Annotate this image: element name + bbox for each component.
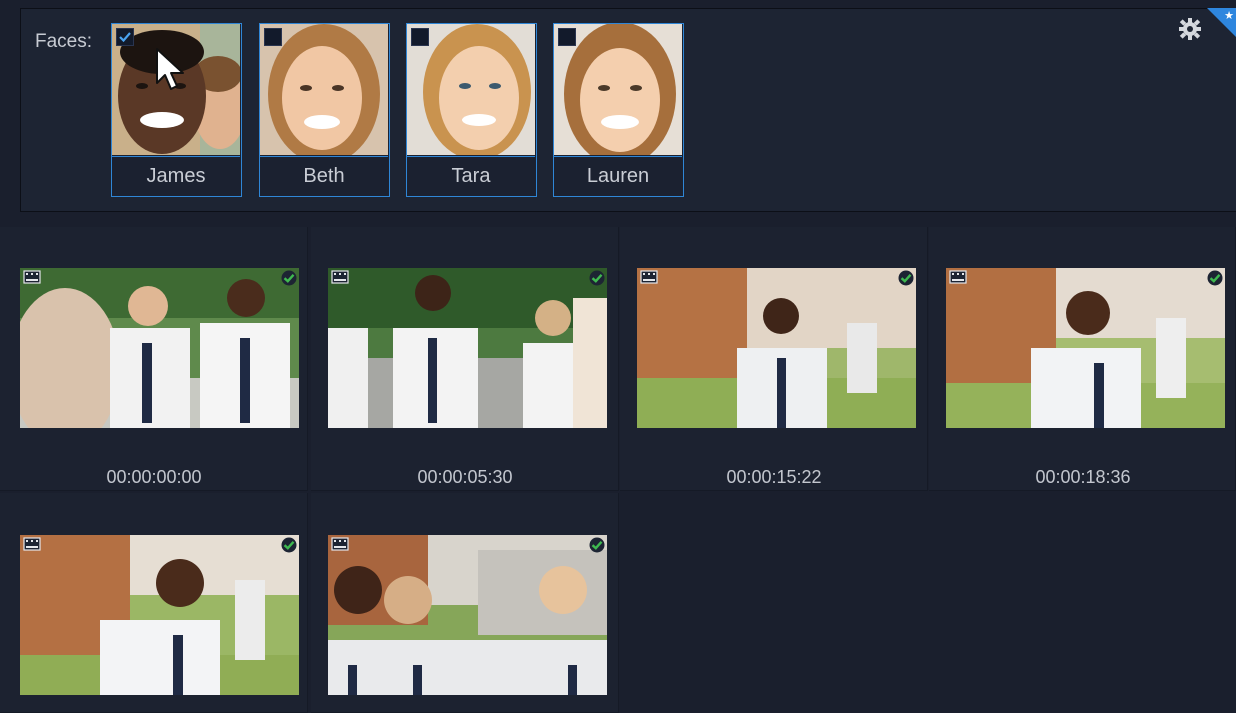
check-circle-icon <box>589 270 605 286</box>
clip-thumbnail[interactable] <box>637 268 916 428</box>
clip-cell[interactable] <box>311 493 619 713</box>
gear-icon <box>1179 18 1201 40</box>
film-icon <box>949 270 967 284</box>
clip-timecode: 00:00:15:22 <box>726 467 822 487</box>
face-checkbox[interactable] <box>264 28 282 46</box>
clip-timecode: 00:00:18:36 <box>1035 467 1131 487</box>
clip-thumbnail[interactable] <box>946 268 1225 428</box>
face-checkbox[interactable] <box>558 28 576 46</box>
face-name: Lauren <box>554 156 682 196</box>
check-circle-icon <box>1207 270 1223 286</box>
faces-label: Faces: <box>35 31 93 52</box>
clip-cell[interactable]: 00:00:05:30 <box>311 227 619 491</box>
face-name: Beth <box>260 156 388 196</box>
clip-cell[interactable]: 00:00:18:36 <box>929 227 1236 491</box>
face-name: James <box>112 156 240 196</box>
checkmark-icon <box>119 32 131 43</box>
check-circle-icon <box>281 270 297 286</box>
face-checkbox[interactable] <box>116 28 134 46</box>
settings-button[interactable] <box>1178 17 1202 41</box>
clip-thumbnail[interactable] <box>20 268 299 428</box>
film-icon <box>331 270 349 284</box>
star-icon: ★ <box>1224 10 1234 22</box>
check-circle-icon <box>898 270 914 286</box>
check-circle-icon <box>589 537 605 553</box>
face-name: Tara <box>407 156 535 196</box>
clip-thumbnail[interactable] <box>20 535 299 695</box>
film-icon <box>23 270 41 284</box>
film-icon <box>23 537 41 551</box>
faces-panel: Faces: James Beth Tara Lauren ★ <box>20 8 1236 212</box>
clip-cell[interactable]: 00:00:15:22 <box>620 227 928 491</box>
clip-cell[interactable]: 00:00:00:00 <box>0 227 308 491</box>
check-circle-icon <box>281 537 297 553</box>
clip-timecode: 00:00:05:30 <box>417 467 513 487</box>
app-window: Faces: James Beth Tara Lauren ★ 00:00:00… <box>0 0 1236 713</box>
mouse-cursor-icon <box>156 48 184 90</box>
face-card-tara[interactable]: Tara <box>406 23 537 197</box>
clip-thumbnail[interactable] <box>328 535 607 695</box>
face-card-beth[interactable]: Beth <box>259 23 390 197</box>
face-card-lauren[interactable]: Lauren <box>553 23 684 197</box>
film-icon <box>331 537 349 551</box>
clip-timecode: 00:00:00:00 <box>106 467 202 487</box>
film-icon <box>640 270 658 284</box>
face-checkbox[interactable] <box>411 28 429 46</box>
clip-cell[interactable] <box>0 493 308 713</box>
clip-thumbnail[interactable] <box>328 268 607 428</box>
